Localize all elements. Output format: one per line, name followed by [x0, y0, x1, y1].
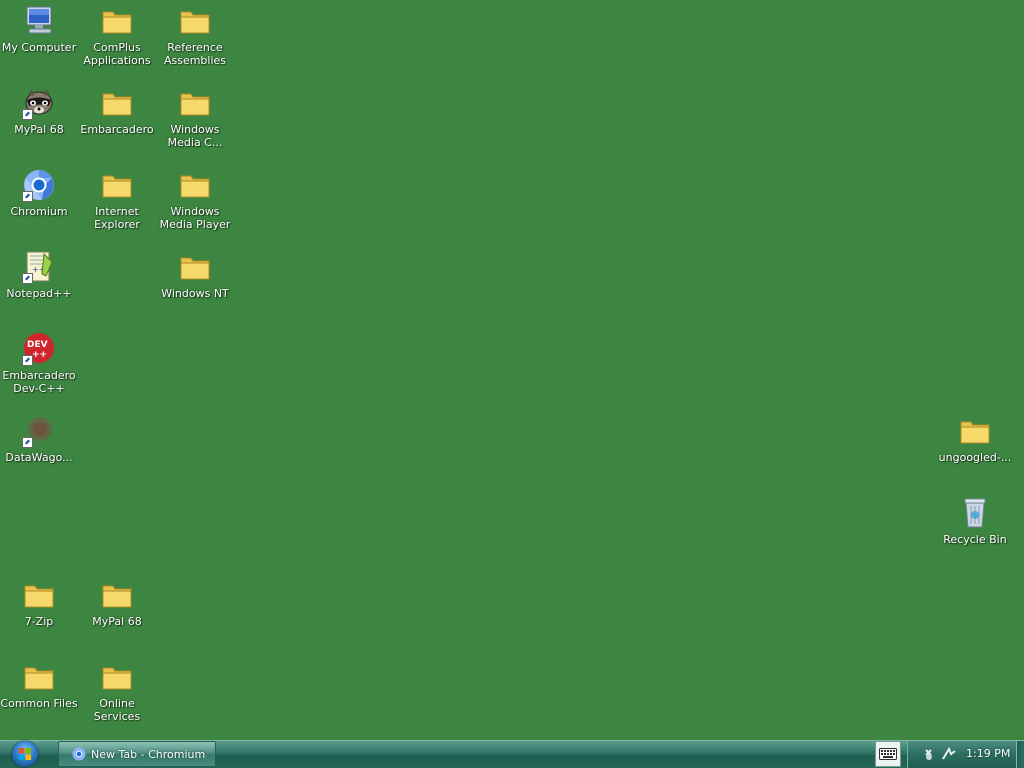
taskbar-button-chromium[interactable]: New Tab - Chromium	[58, 741, 216, 767]
common-files-folder-desktop-icon[interactable]: Common Files	[0, 660, 78, 726]
mypal-folder-desktop-icon[interactable]: MyPal 68	[78, 578, 156, 644]
keyboard-button[interactable]	[875, 741, 901, 767]
show-desktop-button[interactable]	[1016, 741, 1024, 768]
folder-icon	[100, 4, 134, 38]
devcpp-label: Embarcadero Dev-C++	[2, 369, 76, 395]
common-files-label: Common Files	[0, 697, 78, 710]
windows-nt-label: Windows NT	[161, 287, 229, 300]
datawago-icon	[22, 414, 56, 448]
folder-icon	[100, 660, 134, 694]
satellite-icon[interactable]	[923, 747, 939, 761]
mypal-folder-label: MyPal 68	[92, 615, 142, 628]
computer-icon	[22, 4, 56, 38]
recycle-bin-label: Recycle Bin	[943, 533, 1007, 546]
shortcut-arrow-icon	[22, 191, 33, 202]
my-computer-label: My Computer	[1, 41, 77, 54]
folder-icon	[100, 86, 134, 120]
shortcut-arrow-icon	[22, 109, 33, 120]
start-button[interactable]	[6, 741, 46, 768]
raccoon-icon	[22, 86, 56, 120]
internet-explorer-folder-desktop-icon[interactable]: Internet Explorer	[78, 168, 156, 234]
complus-label: ComPlus Applications	[83, 41, 151, 67]
chromium-label: Chromium	[10, 205, 68, 218]
embarcadero-label: Embarcadero	[80, 123, 154, 136]
mypal-shortcut-label: MyPal 68	[14, 123, 64, 136]
windows-media-player-label: Windows Media Player	[159, 205, 231, 231]
online-services-folder-desktop-icon[interactable]: Online Services	[78, 660, 156, 726]
devcpp-icon: DEV ++	[22, 332, 56, 366]
shortcut-arrow-icon	[22, 437, 33, 448]
notepadpp-icon: ++	[22, 250, 56, 284]
windows-nt-folder-desktop-icon[interactable]: Windows NT	[156, 250, 234, 316]
windows-orb-icon	[12, 741, 38, 767]
chromium-icon	[22, 168, 56, 202]
complus-folder-desktop-icon[interactable]: ComPlus Applications	[78, 4, 156, 70]
recycle-bin-desktop-icon[interactable]: Recycle Bin	[936, 496, 1014, 562]
folder-icon	[178, 250, 212, 284]
online-services-label: Online Services	[93, 697, 141, 723]
folder-icon	[100, 168, 134, 202]
my-computer-desktop-icon[interactable]: My Computer	[0, 4, 78, 70]
network-icon[interactable]	[941, 747, 957, 761]
desktop[interactable]: My Computer MyPal 68 Chromium ++ Notepad…	[0, 0, 1024, 762]
taskbar: New Tab - Chromium 1:19 PM	[0, 740, 1024, 768]
recycle-bin-icon	[958, 496, 992, 530]
chromium-icon	[72, 747, 86, 761]
folder-icon	[22, 578, 56, 612]
sevenzip-label: 7-Zip	[24, 615, 54, 628]
windows-media-player-folder-desktop-icon[interactable]: Windows Media Player	[156, 168, 234, 234]
svg-text:++: ++	[32, 350, 47, 360]
datawago-label: DataWago...	[5, 451, 73, 464]
reference-assemblies-folder-desktop-icon[interactable]: Reference Assemblies	[156, 4, 234, 70]
svg-text:DEV: DEV	[27, 340, 48, 350]
embarcadero-folder-desktop-icon[interactable]: Embarcadero	[78, 86, 156, 152]
folder-icon	[178, 4, 212, 38]
folder-icon	[100, 578, 134, 612]
datawago-desktop-icon[interactable]: DataWago...	[0, 414, 78, 480]
ungoogled-folder-desktop-icon[interactable]: ungoogled-...	[936, 414, 1014, 480]
ungoogled-label: ungoogled-...	[938, 451, 1012, 464]
folder-icon	[958, 414, 992, 448]
folder-icon	[178, 168, 212, 202]
internet-explorer-label: Internet Explorer	[94, 205, 140, 231]
keyboard-icon	[879, 748, 897, 760]
folder-icon	[22, 660, 56, 694]
notepadpp-desktop-icon[interactable]: ++ Notepad++	[0, 250, 78, 316]
taskbar-button-label: New Tab - Chromium	[91, 748, 206, 761]
notepadpp-label: Notepad++	[6, 287, 72, 300]
shortcut-arrow-icon	[22, 273, 33, 284]
windows-media-c-label: Windows Media C...	[167, 123, 223, 149]
devcpp-desktop-icon[interactable]: DEV ++ Embarcadero Dev-C++	[0, 332, 78, 398]
shortcut-arrow-icon	[22, 355, 33, 366]
mypal-shortcut-desktop-icon[interactable]: MyPal 68	[0, 86, 78, 152]
sevenzip-folder-desktop-icon[interactable]: 7-Zip	[0, 578, 78, 644]
reference-assemblies-label: Reference Assemblies	[163, 41, 227, 67]
folder-icon	[178, 86, 212, 120]
chromium-desktop-icon[interactable]: Chromium	[0, 168, 78, 234]
windows-media-c-folder-desktop-icon[interactable]: Windows Media C...	[156, 86, 234, 152]
clock[interactable]: 1:19 PM	[966, 747, 1010, 760]
